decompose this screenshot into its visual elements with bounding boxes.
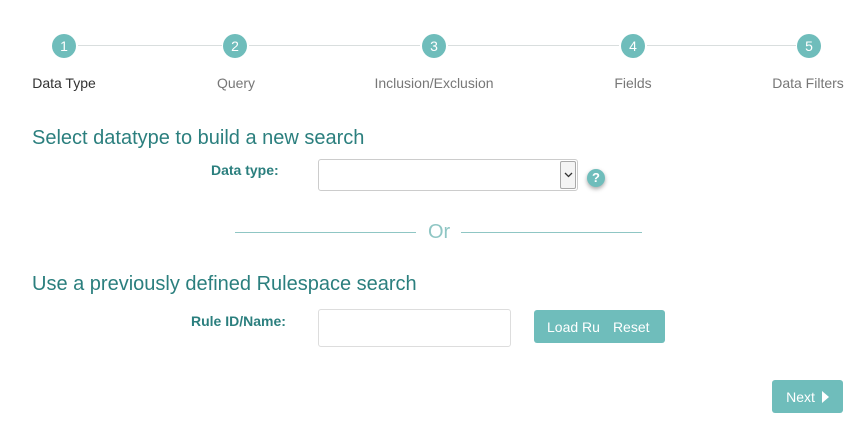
step-3-label[interactable]: Inclusion/Exclusion (374, 75, 493, 91)
rule-id-label: Rule ID/Name: (191, 313, 286, 329)
step-connector (78, 45, 222, 46)
rulespace-section-title: Use a previously defined Rulespace searc… (32, 273, 417, 295)
caret-right-icon (821, 390, 829, 403)
step-2-label[interactable]: Query (217, 75, 255, 91)
step-1-label[interactable]: Data Type (32, 75, 96, 91)
data-type-select[interactable] (318, 159, 578, 191)
next-button[interactable]: Next (772, 380, 843, 413)
step-2-circle[interactable]: 2 (223, 34, 247, 58)
rule-button-group: Load Ru Reset (534, 310, 665, 343)
step-connector (448, 45, 619, 46)
datatype-section-title: Select datatype to build a new search (32, 127, 365, 149)
step-connector (647, 45, 796, 46)
step-5-label[interactable]: Data Filters (772, 75, 844, 91)
next-button-label: Next (786, 388, 815, 405)
question-circle-icon[interactable]: ? (587, 169, 605, 187)
step-4-label[interactable]: Fields (614, 75, 651, 91)
divider-line-left (235, 232, 416, 233)
chevron-down-icon[interactable] (560, 161, 576, 189)
step-3-circle[interactable]: 3 (422, 34, 446, 58)
step-connector (249, 45, 420, 46)
or-divider-text: Or (428, 221, 451, 243)
reset-button[interactable]: Reset (613, 319, 650, 335)
data-type-label: Data type: (211, 162, 279, 178)
rule-id-input[interactable] (318, 309, 511, 347)
divider-line-right (461, 232, 642, 233)
wizard-stepper: 1 2 3 4 5 Data Type Query Inclusion/Excl… (0, 0, 864, 100)
step-5-circle[interactable]: 5 (797, 34, 821, 58)
step-1-circle[interactable]: 1 (52, 34, 76, 58)
step-4-circle[interactable]: 4 (621, 34, 645, 58)
load-rule-button[interactable]: Load Ru (547, 319, 600, 335)
